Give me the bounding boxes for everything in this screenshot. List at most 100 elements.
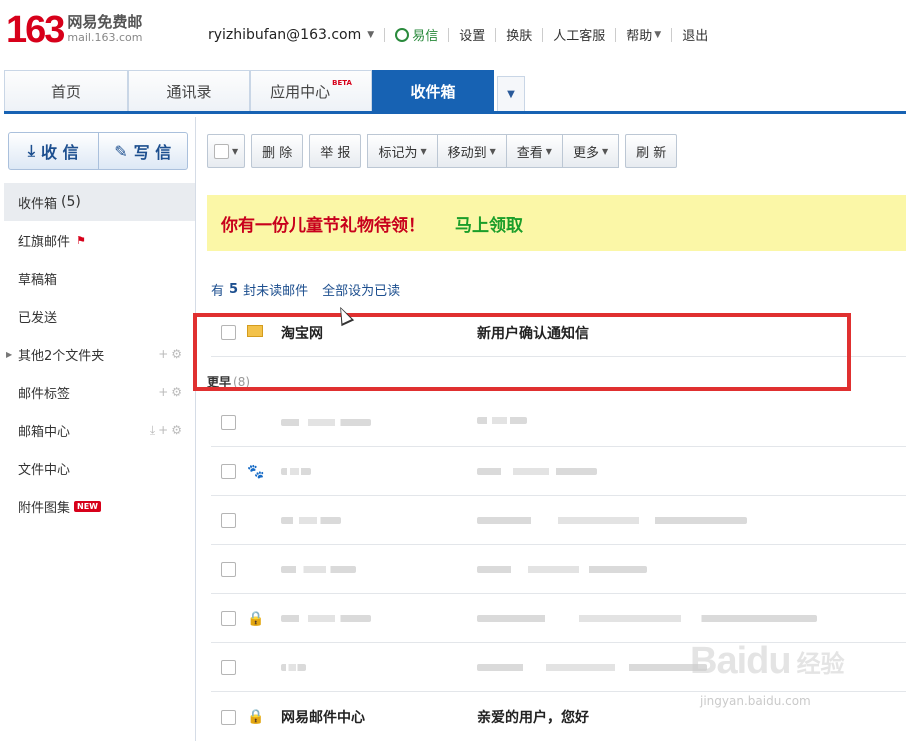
sidebar-item-mail-center[interactable]: 邮箱中心 ⤓+⚙ [4,411,195,449]
promo-text: 你有一份儿童节礼物待领！ [221,215,425,236]
report-button[interactable]: 举 报 [309,134,362,168]
mark-as-dropdown[interactable]: 标记为 ▼ [367,134,438,168]
chevron-down-icon: ▼ [507,88,515,100]
lock-icon: 🔒 [247,610,265,627]
row-checkbox[interactable] [221,464,236,479]
chevron-down-icon: ▼ [545,146,552,156]
sidebar-item-file-center[interactable]: 文件中心 [4,449,195,487]
folder-list: 收件箱 (5) 红旗邮件 ⚑ 草稿箱 已发送 ▶ 其他2个文件夹 +⚙ 邮件标签… [4,183,195,525]
mail-sender: 淘宝网 [281,325,323,342]
promo-link[interactable]: 马上领取 [455,211,523,236]
row-checkbox[interactable] [221,562,236,577]
tab-more-dropdown[interactable]: ▼ [497,76,525,111]
chevron-down-icon: ▼ [489,146,496,156]
mail-row-taobao[interactable]: 淘宝网 新用户确认通知信 [211,309,906,357]
main-tabs: 首页 通讯录 应用中心 BETA 收件箱 ▼ [4,68,906,114]
list-item[interactable]: 🔒 [211,595,906,643]
select-all-dropdown[interactable]: ▼ [207,134,246,168]
yixin-icon [395,27,410,42]
view-dropdown[interactable]: 查看 ▼ [506,134,563,168]
tab-inbox[interactable]: 收件箱 [372,70,494,111]
chevron-down-icon: ▼ [232,146,239,156]
sidebar-item-tags[interactable]: 邮件标签 +⚙ [4,373,195,411]
chevron-down-icon[interactable]: ▼ [367,30,374,40]
sidebar-item-other-folders[interactable]: ▶ 其他2个文件夹 +⚙ [4,335,195,373]
move-to-dropdown[interactable]: 移动到 ▼ [437,134,507,168]
yixin-link[interactable]: 易信 [395,25,438,44]
select-all-checkbox[interactable] [214,143,229,159]
sidebar-item-sent[interactable]: 已发送 [4,297,195,335]
mail-subject: 亲爱的用户，您好 [477,710,589,726]
flag-icon: ⚑ [76,233,86,247]
chevron-down-icon: ▼ [420,146,427,156]
watermark-cn: 经验 [796,650,845,678]
help-link[interactable]: 帮助 [626,25,652,44]
sidebar-item-attachments[interactable]: 附件图集 NEW [4,487,195,525]
row-checkbox[interactable] [221,611,236,626]
write-button[interactable]: ✎ 写 信 [97,133,188,169]
receive-button[interactable]: ⤓ 收 信 [9,133,98,169]
logout-link[interactable]: 退出 [682,25,708,44]
lock-icon: 🔒 [247,709,265,725]
row-checkbox[interactable] [221,709,236,725]
edit-icon: ✎ [114,141,128,161]
unread-summary: 有 5 封未读邮件 全部设为已读 [211,280,401,299]
divider [671,27,673,42]
logo[interactable]: 163 网易免费邮 mail.163.com [6,10,142,50]
refresh-button[interactable]: 刷 新 [625,134,678,168]
download-icon: ⤓ [27,141,35,160]
mail-sender: 网易邮件中心 [281,710,365,726]
settings-link[interactable]: 设置 [459,25,485,44]
divider [448,27,450,42]
sidebar: ⤓ 收 信 ✎ 写 信 收件箱 (5) 红旗邮件 ⚑ 草稿箱 已发送 ▶ 其他2… [4,117,196,741]
sidebar-item-flagged[interactable]: 红旗邮件 ⚑ [4,221,195,259]
expand-icon[interactable]: ▶ [6,350,12,359]
divider [495,27,497,42]
tab-app-center[interactable]: 应用中心 BETA [250,70,372,111]
skin-link[interactable]: 换肤 [506,25,532,44]
delete-button[interactable]: 删 除 [251,134,304,168]
divider [615,27,617,42]
header: 163 网易免费邮 mail.163.com ryizhibufan@163.c… [0,0,906,68]
topbar: ryizhibufan@163.com ▼ 易信 设置 换肤 人工客服 帮助 ▼… [208,25,708,45]
list-item[interactable] [211,546,906,594]
divider [542,27,544,42]
beta-badge: BETA [332,79,352,87]
tab-home[interactable]: 首页 [4,70,128,111]
row-checkbox[interactable] [221,415,236,430]
logo-name: 网易免费邮 [67,13,143,31]
list-item[interactable]: 🐾 [211,448,906,496]
group-label: 更早 (8) [207,375,251,389]
more-dropdown[interactable]: 更多 ▼ [562,134,620,168]
toolbar: ▼ 删 除 举 报 标记为 ▼ 移动到 ▼ 查看 ▼ 更多 ▼ 刷 新 [207,134,683,170]
mail-center-actions[interactable]: ⤓+⚙ [150,423,185,438]
sidebar-item-drafts[interactable]: 草稿箱 [4,259,195,297]
sidebar-item-inbox[interactable]: 收件箱 (5) [4,183,195,221]
row-checkbox[interactable] [221,325,236,340]
envelope-icon [247,324,263,341]
compose-bar: ⤓ 收 信 ✎ 写 信 [8,132,188,170]
mail-subject: 新用户确认通知信 [477,325,589,342]
list-item[interactable] [211,399,906,447]
tag-actions[interactable]: +⚙ [158,385,185,399]
divider [384,27,386,42]
unread-number: 5 [229,282,239,297]
paw-icon: 🐾 [247,463,265,480]
promo-banner: 你有一份儿童节礼物待领！ 马上领取 [207,195,906,251]
chevron-down-icon: ▼ [601,146,609,156]
list-item[interactable] [211,497,906,545]
row-checkbox[interactable] [221,513,236,528]
service-link[interactable]: 人工客服 [553,25,605,44]
watermark: Baidu 经验 [690,640,845,683]
user-account[interactable]: ryizhibufan@163.com [208,27,361,43]
unread-link[interactable]: 封未读邮件 [243,280,308,299]
row-checkbox[interactable] [221,660,236,675]
mark-all-read-link[interactable]: 全部设为已读 [322,280,400,299]
tab-contacts[interactable]: 通讯录 [128,70,250,111]
watermark-brand: Baidu [690,640,792,682]
unread-count: (5) [61,194,81,210]
folder-actions[interactable]: +⚙ [158,347,185,361]
chevron-down-icon[interactable]: ▼ [654,30,661,40]
logo-number: 163 [6,9,65,51]
logo-domain: mail.163.com [67,31,143,44]
